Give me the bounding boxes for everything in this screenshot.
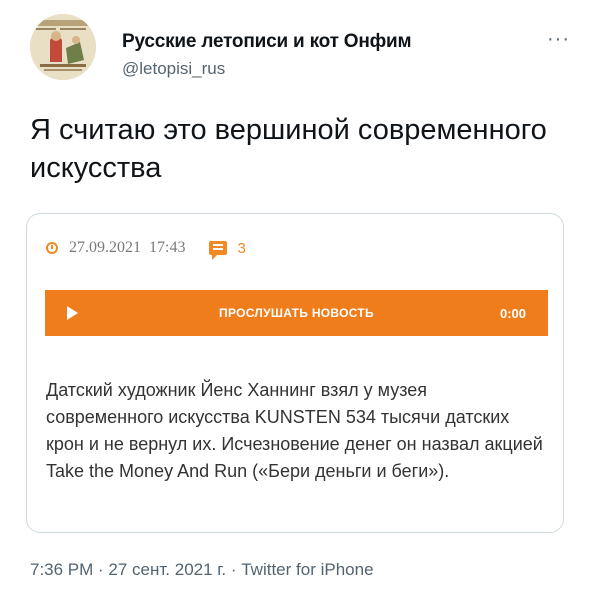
medieval-manuscript-avatar-icon xyxy=(30,14,96,80)
player-label: ПРОСЛУШАТЬ НОВОСТЬ xyxy=(219,306,374,320)
card-date: 27.09.2021 xyxy=(69,239,141,256)
tweet-header: Русские летописи и кот Онфим @letopisi_r… xyxy=(30,14,570,80)
player-time: 0:00 xyxy=(499,305,526,321)
card-meta: 27.09.2021 17:43 3 xyxy=(46,238,246,260)
listen-news-player[interactable]: ПРОСЛУШАТЬ НОВОСТЬ 0:00 xyxy=(45,290,548,336)
tweet-timestamp[interactable]: 7:36 PM · 27 сент. 2021 г. · Twitter for… xyxy=(30,560,374,580)
author-name[interactable]: Русские летописи и кот Онфим xyxy=(122,31,412,53)
article-text: Датский художник Йенс Ханнинг взял у муз… xyxy=(46,380,543,481)
avatar[interactable] xyxy=(30,14,96,80)
more-options-icon[interactable]: ··· xyxy=(547,28,570,51)
news-card[interactable]: 27.09.2021 17:43 3 ПРОСЛУШАТЬ НОВОСТЬ 0:… xyxy=(26,213,564,533)
card-time: 17:43 xyxy=(149,239,186,256)
comments-count[interactable]: 3 xyxy=(237,240,245,257)
tweet-text: Я считаю это вершиной современного искус… xyxy=(30,114,547,184)
comment-icon[interactable] xyxy=(209,241,228,260)
clock-icon xyxy=(46,242,58,254)
author-handle[interactable]: @letopisi_rus xyxy=(122,59,225,79)
